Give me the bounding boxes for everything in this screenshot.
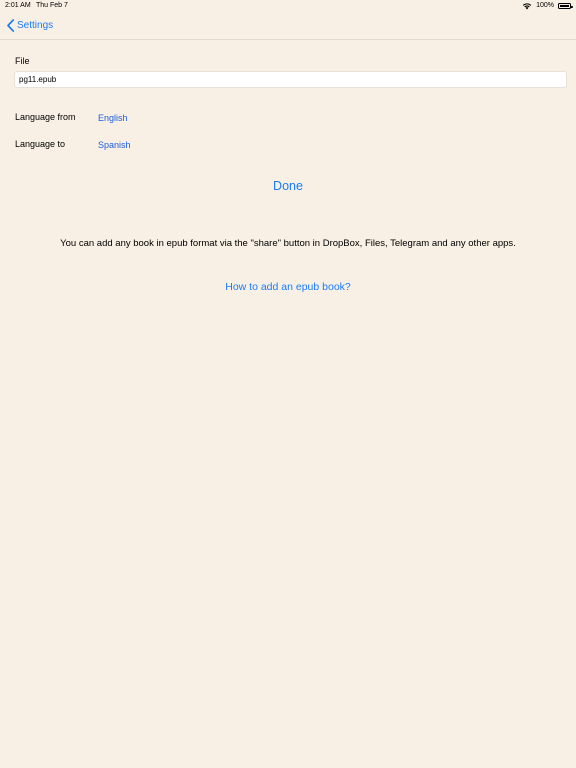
done-button[interactable]: Done	[0, 179, 576, 193]
status-indicators: 100%	[522, 0, 573, 12]
back-button-label: Settings	[17, 20, 54, 31]
language-from-label: Language from	[15, 112, 76, 122]
chevron-left-icon	[7, 19, 15, 32]
status-time: 2:01 AM	[5, 2, 31, 9]
language-to-label: Language to	[15, 139, 66, 149]
how-to-add-link[interactable]: How to add an epub book?	[0, 281, 576, 293]
navigation-bar: Settings	[0, 12, 576, 40]
status-date: Thu Feb 7	[36, 2, 68, 9]
battery-percent: 100%	[536, 2, 554, 9]
info-text: You can add any book in epub format via …	[60, 238, 516, 249]
status-bar: 2:01 AM Thu Feb 7 100%	[0, 0, 576, 12]
language-from-select[interactable]: English	[98, 113, 128, 123]
battery-level-fill	[560, 5, 569, 7]
wifi-icon	[522, 3, 532, 10]
back-button[interactable]: Settings	[6, 12, 53, 39]
file-label: File	[15, 56, 30, 66]
battery-icon	[558, 3, 573, 9]
file-input[interactable]	[14, 71, 567, 88]
language-to-select[interactable]: Spanish	[98, 140, 131, 150]
